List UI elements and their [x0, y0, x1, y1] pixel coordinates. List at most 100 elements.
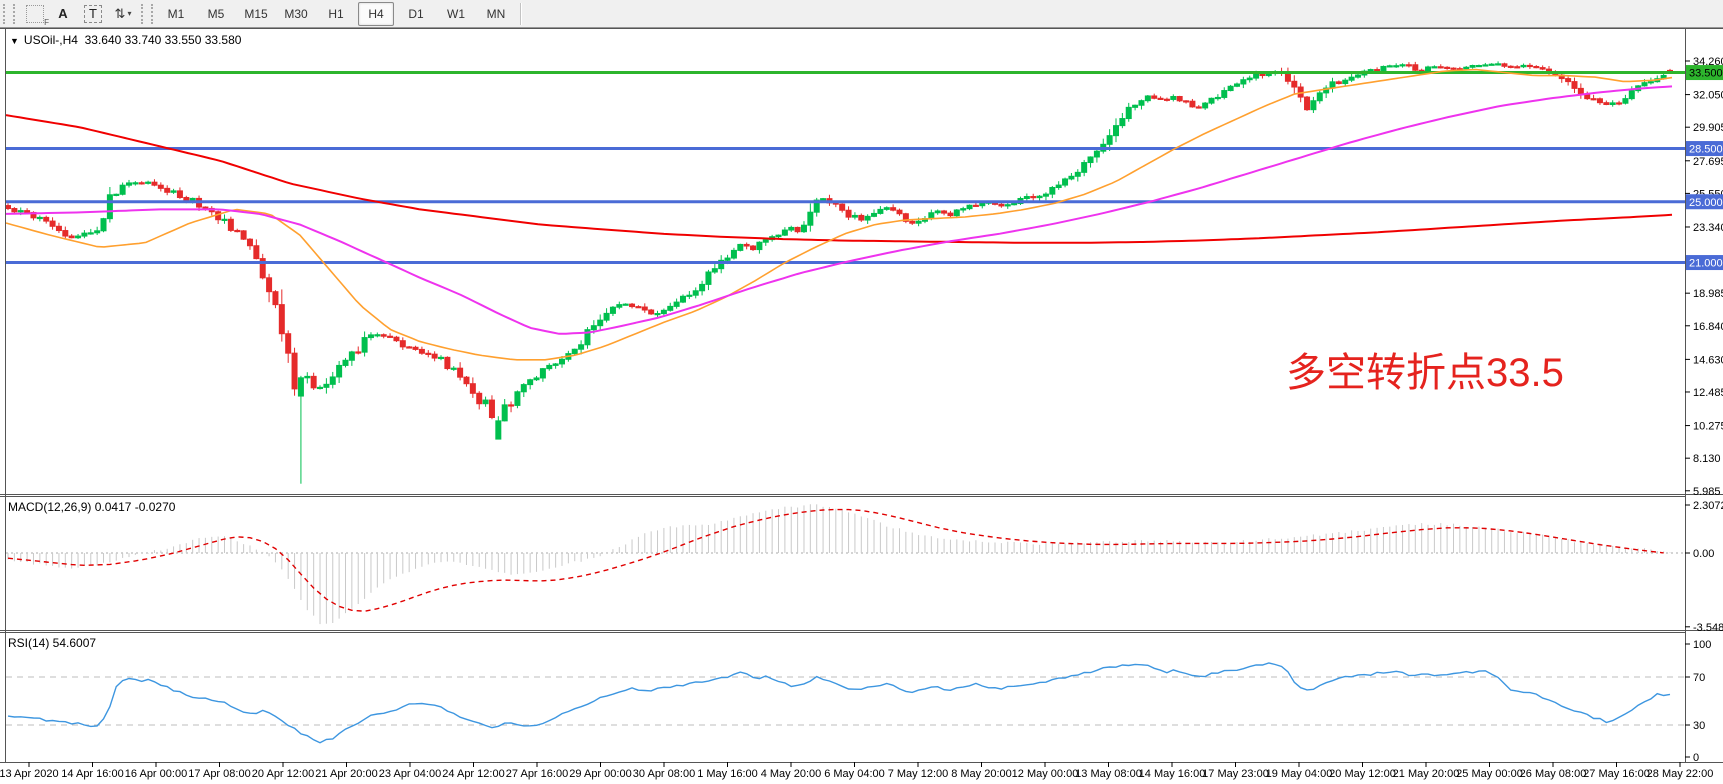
time-tick-label: 21 Apr 20:00: [315, 768, 377, 780]
time-tick-label: 16 Apr 00:00: [125, 768, 187, 780]
candle-body: [458, 368, 463, 377]
candle-body: [916, 221, 921, 223]
candle-body: [37, 217, 42, 218]
candle-body: [171, 191, 176, 192]
candle-body: [298, 378, 303, 396]
candle-body: [222, 219, 227, 220]
candle-body: [891, 208, 896, 211]
candle-body: [375, 335, 380, 336]
macd-tick-label: -3.5484: [1693, 622, 1723, 634]
candle-body: [776, 235, 781, 237]
candle-body: [980, 203, 985, 205]
candle-body: [18, 211, 23, 212]
candle-body: [63, 231, 68, 236]
candle-body: [1394, 66, 1399, 67]
candle-body: [1043, 194, 1048, 196]
price-badge-label: 25.000: [1689, 197, 1723, 209]
candle-body: [967, 205, 972, 208]
candle-body: [840, 204, 845, 210]
candle-body: [419, 349, 424, 353]
candle-body: [1158, 98, 1163, 99]
candle-body: [1063, 179, 1068, 185]
price-tick-label: 29.905: [1693, 122, 1723, 134]
candle-body: [228, 219, 233, 230]
macd-indicator-label: MACD(12,26,9) 0.0417 -0.0270: [8, 500, 175, 514]
price-badge-label: 33.500: [1689, 68, 1723, 80]
candle-body: [1597, 99, 1602, 103]
candle-body: [649, 310, 654, 314]
candle-body: [1591, 99, 1596, 100]
candle-body: [394, 337, 399, 340]
candle-body: [942, 211, 947, 213]
candle-body: [604, 313, 609, 320]
candle-body: [1215, 97, 1220, 98]
candle-body: [502, 405, 507, 421]
candle-body: [897, 210, 902, 214]
candle-body: [165, 188, 170, 192]
candle-body: [1445, 67, 1450, 68]
candle-body: [489, 400, 494, 417]
candle-body: [44, 217, 49, 221]
macd-name: MACD(12,26,9): [8, 500, 91, 514]
rsi-name: RSI(14): [8, 636, 49, 650]
candle-body: [305, 376, 310, 377]
candle-body: [540, 369, 545, 378]
candle-body: [318, 387, 323, 388]
candle-body: [254, 246, 259, 259]
candle-body: [1075, 172, 1080, 176]
candle-body: [1069, 176, 1074, 179]
candle-body: [120, 185, 125, 194]
candle-body: [1387, 66, 1392, 67]
time-tick-label: 30 Apr 08:00: [633, 768, 695, 780]
annotation-text[interactable]: 多空转折点33.5: [1286, 340, 1564, 398]
candle-body: [1534, 67, 1539, 68]
candle-body: [935, 211, 940, 213]
candle-body: [553, 364, 558, 366]
candle-body: [738, 244, 743, 250]
candle-body: [1451, 68, 1456, 69]
candle-body: [362, 338, 367, 353]
candle-body: [107, 195, 112, 219]
candle-body: [1292, 81, 1297, 87]
candle-body: [751, 246, 756, 250]
time-tick-label: 29 Apr 00:00: [569, 768, 631, 780]
candle-body: [1540, 68, 1545, 70]
candle-body: [50, 221, 55, 226]
symbol-dropdown-icon[interactable]: ▼: [10, 36, 19, 46]
candle-body: [190, 198, 195, 200]
candle-body: [311, 376, 316, 387]
candle-body: [349, 352, 354, 360]
candle-body: [1508, 66, 1513, 67]
candle-body: [1114, 126, 1119, 136]
candle-body: [852, 215, 857, 217]
candle-body: [1476, 65, 1481, 66]
time-tick-label: 23 Apr 04:00: [379, 768, 441, 780]
rsi-values: 54.6007: [49, 636, 96, 650]
candle-body: [177, 191, 182, 198]
candle-body: [439, 357, 444, 358]
candle-body: [1037, 196, 1042, 197]
candle-body: [158, 185, 163, 188]
price-tick-label: 8.130: [1693, 453, 1721, 465]
candle-body: [547, 365, 552, 368]
candle-body: [1107, 136, 1112, 145]
candle-body: [381, 335, 386, 337]
price-tick-label: 23.340: [1693, 222, 1723, 234]
candle-body: [343, 360, 348, 365]
candle-body: [1572, 82, 1577, 89]
macd-tick-label: 0.00: [1693, 548, 1714, 560]
candle-body: [1515, 67, 1520, 68]
price-badge-label: 21.000: [1689, 258, 1723, 270]
candle-body: [1400, 65, 1405, 66]
candle-body: [25, 211, 30, 213]
candle-body: [1336, 82, 1341, 84]
candle-body: [82, 233, 87, 236]
candle-body: [432, 354, 437, 358]
candle-body: [757, 242, 762, 249]
candle-body: [610, 307, 615, 313]
candle-body: [1152, 96, 1157, 98]
ohlc-values: 33.640 33.740 33.550 33.580: [85, 33, 242, 47]
price-tick-label: 14.630: [1693, 354, 1723, 366]
candle-body: [1566, 79, 1571, 82]
candle-body: [674, 302, 679, 306]
